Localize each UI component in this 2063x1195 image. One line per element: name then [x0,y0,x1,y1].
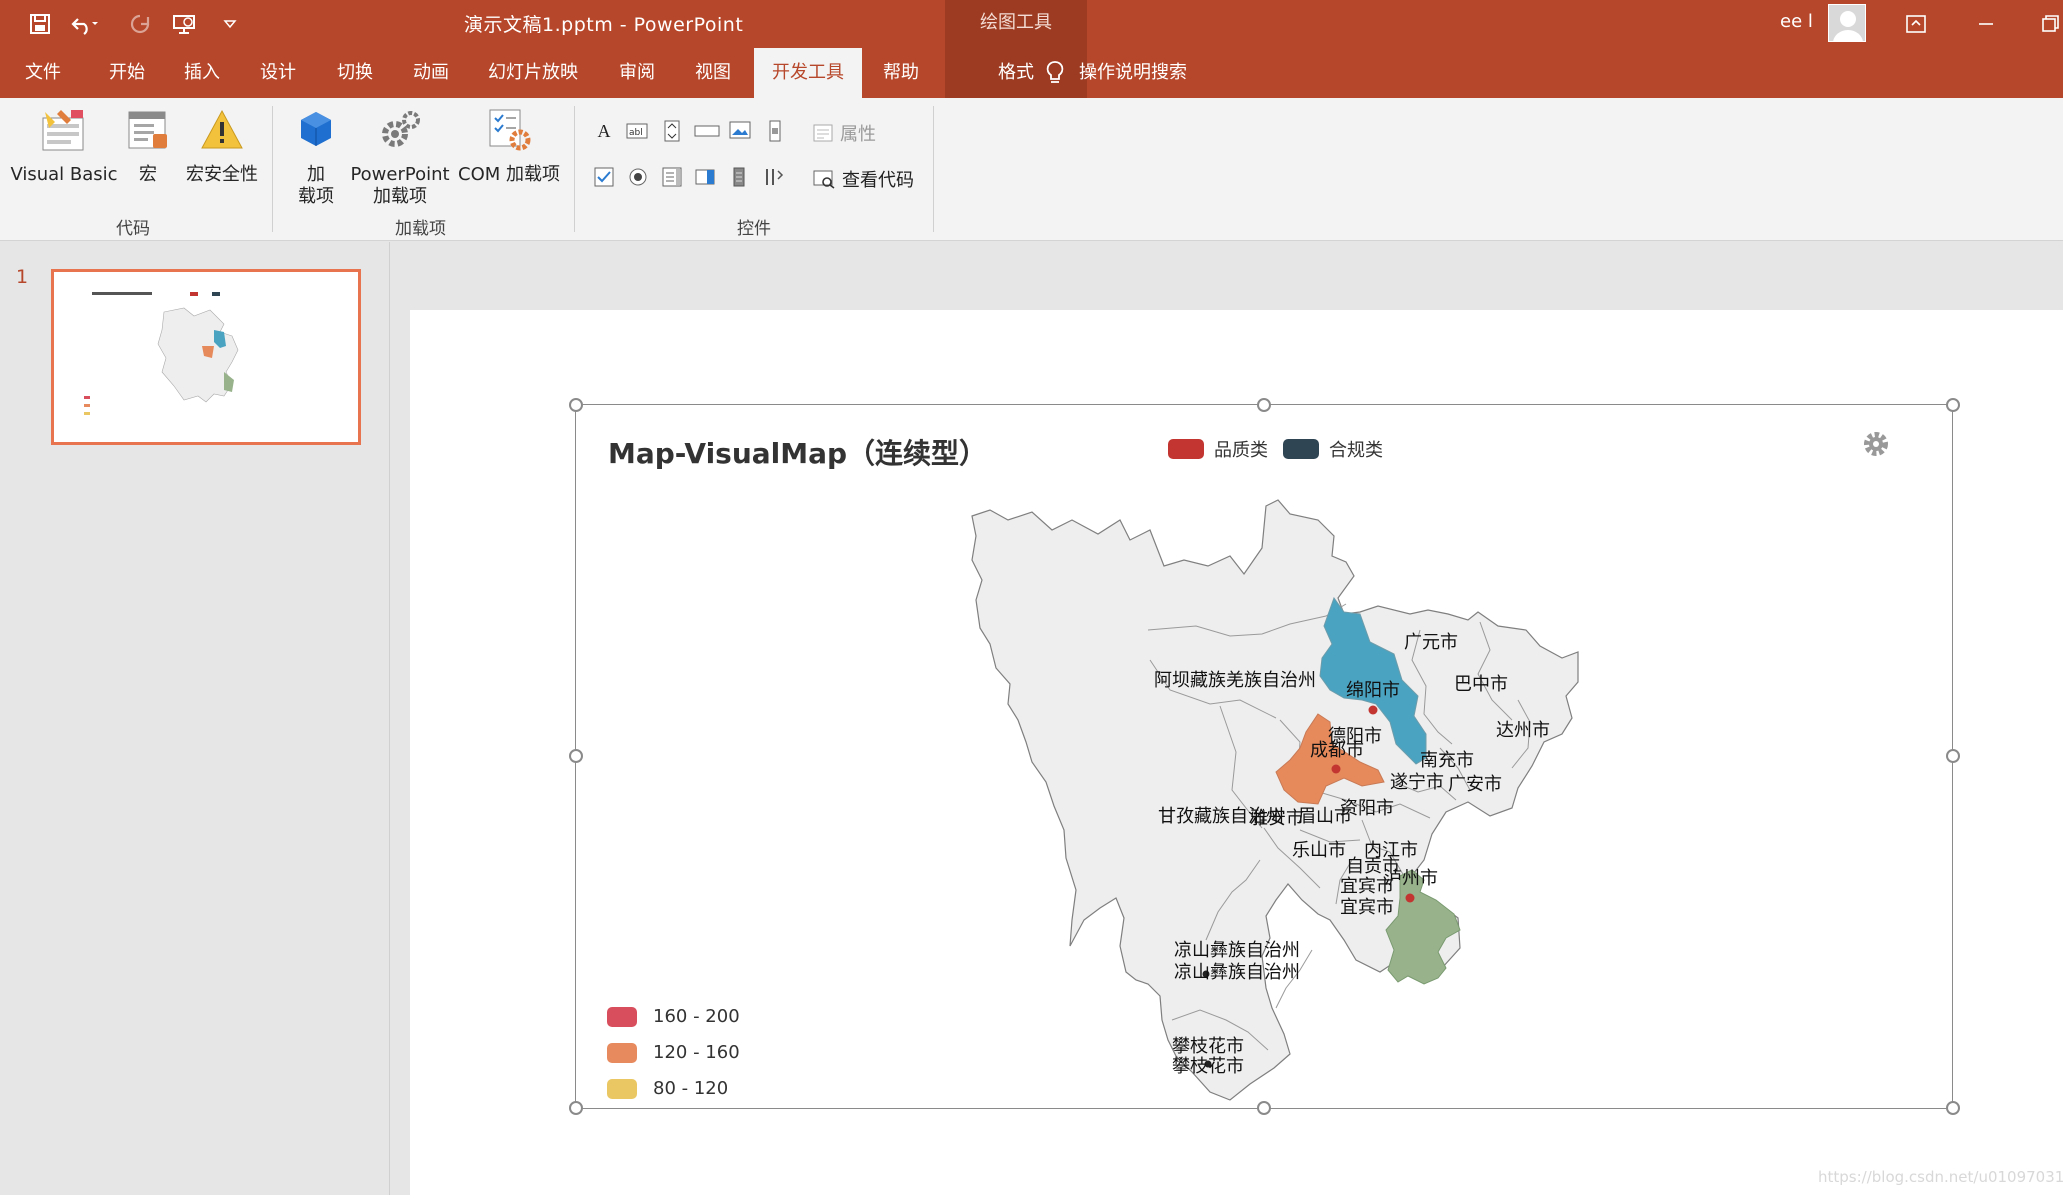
visualmap-label: 160 - 200 [653,1006,740,1027]
powerpoint-window: 演示文稿1.pptm - PowerPoint 绘图工具 ee l 文件 开始 … [0,0,2063,1195]
visualmap-item[interactable]: 80 - 120 [607,1078,728,1099]
visualmap-swatch [607,1042,637,1063]
visualmap-swatch [607,1006,637,1027]
map-region-sichuan[interactable] [971,499,1579,1101]
map-data-point [1202,970,1210,978]
map-data-point [1368,705,1378,715]
visualmap-label: 120 - 160 [653,1042,740,1063]
map-data-point [1331,764,1341,774]
map-data-point [1405,893,1415,903]
map-data-point [1204,1060,1212,1068]
visualmap-label: 80 - 120 [653,1078,729,1099]
visualmap-item[interactable]: 160 - 200 [607,1006,740,1027]
sichuan-map [971,499,1579,1101]
watermark: https://blog.csdn.net/u010970317 [1818,1168,2063,1186]
visualmap-item[interactable]: 120 - 160 [607,1042,740,1063]
visualmap-swatch [607,1078,637,1099]
